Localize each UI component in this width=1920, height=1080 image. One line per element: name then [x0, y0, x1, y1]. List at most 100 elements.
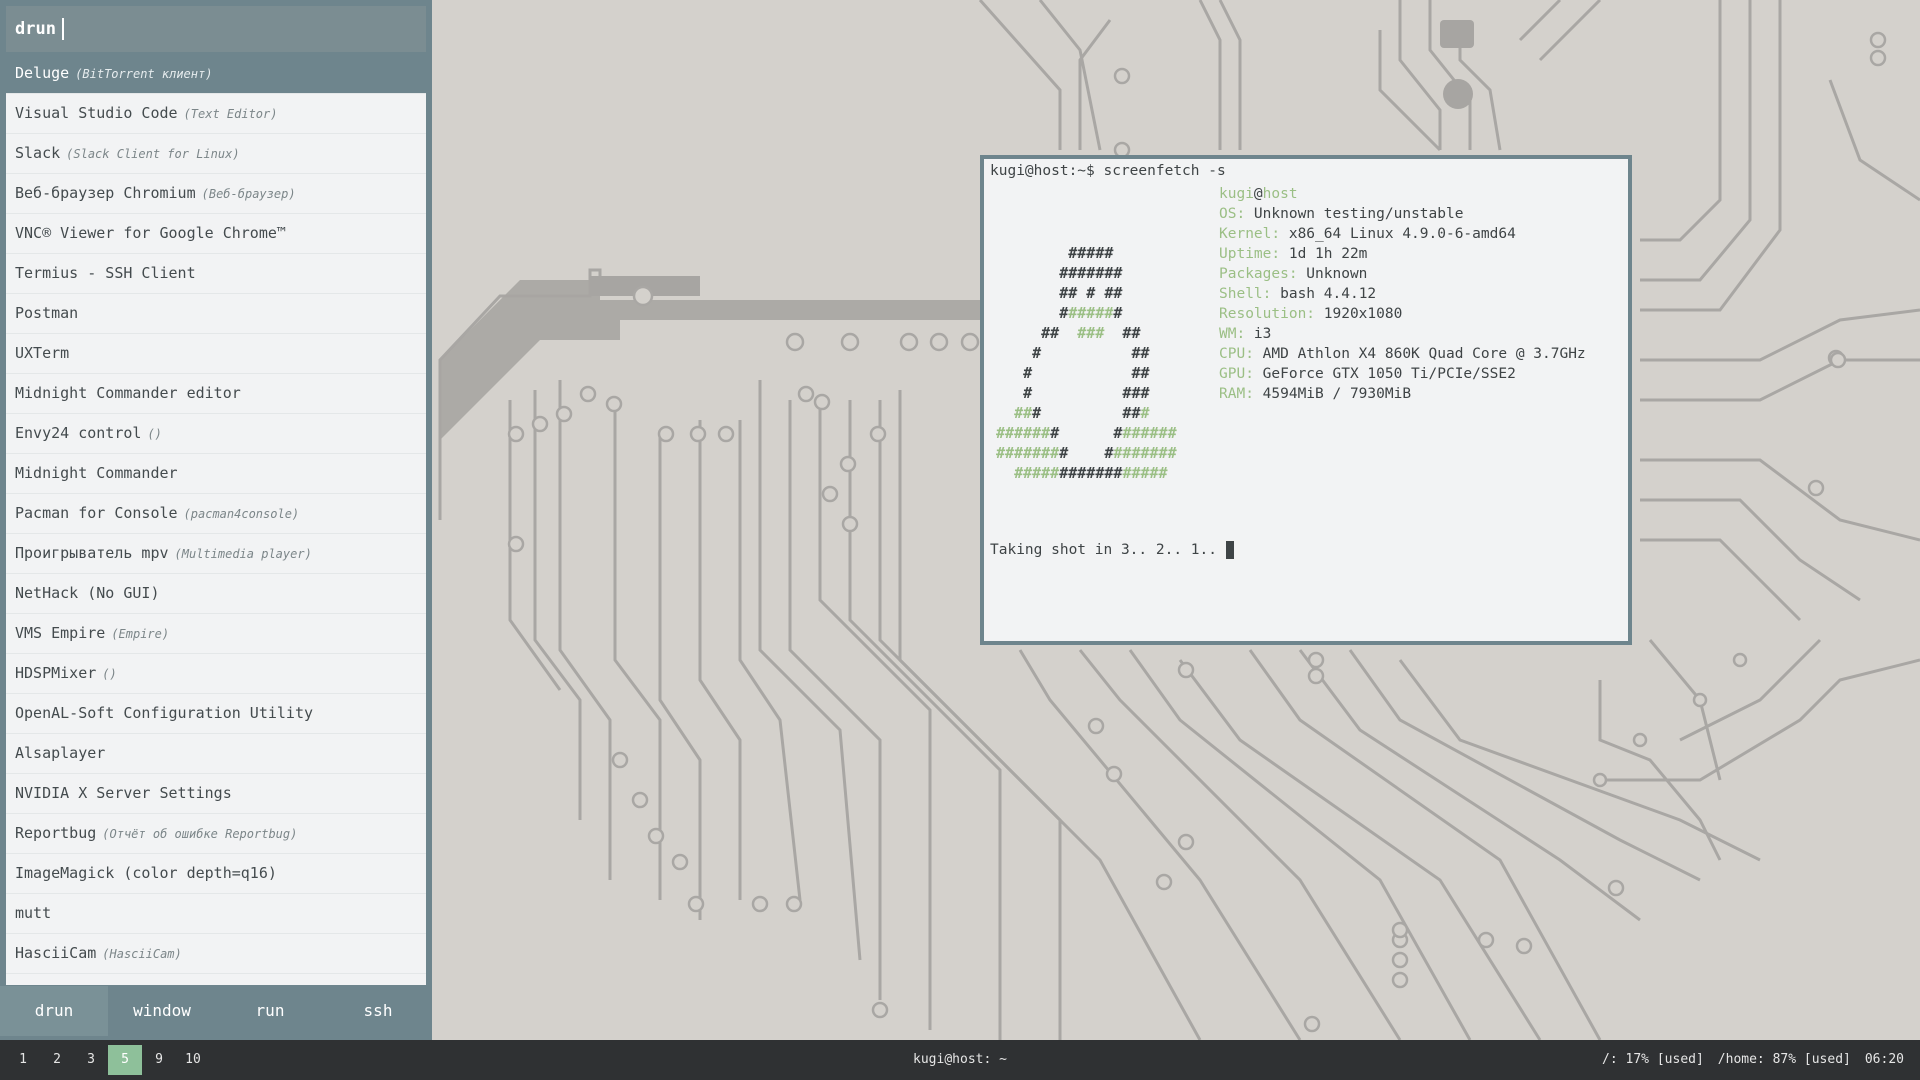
info-key: Packages: — [1219, 266, 1298, 282]
logo-line: ################# — [1014, 464, 1168, 482]
rofi-entry[interactable]: OpenAL-Soft Configuration Utility — [6, 694, 426, 734]
prompt-line: Taking shot in 3.. 2.. 1.. — [990, 540, 1234, 560]
logo-line: ### ### — [1014, 404, 1150, 422]
rofi-entry[interactable]: HDSPMixer () — [6, 654, 426, 694]
status-block: 06:20 — [1864, 1052, 1904, 1067]
hostname: host — [1262, 186, 1298, 202]
entry-name: Веб-браузер Chromium — [15, 184, 196, 202]
workspace-button-5[interactable]: 5 — [108, 1045, 142, 1075]
entry-name: NVIDIA X Server Settings — [15, 784, 232, 802]
rofi-entry[interactable]: HasciiCam (HasciiCam) — [6, 934, 426, 974]
workspace-button-9[interactable]: 9 — [142, 1045, 176, 1075]
entry-name: Alsaplayer — [15, 744, 106, 762]
rofi-entry[interactable]: Slack (Slack Client for Linux) — [6, 134, 426, 174]
workspace-button-1[interactable]: 1 — [6, 1045, 40, 1075]
entry-name: Проигрыватель mpv — [15, 544, 169, 562]
entry-comment: (HasciiCam) — [102, 947, 182, 961]
info-key: Uptime: — [1219, 246, 1281, 262]
mode-tab-run[interactable]: run — [216, 986, 324, 1036]
entry-name: ImageMagick (color depth=q16) — [15, 864, 277, 882]
info-value: bash 4.4.12 — [1271, 286, 1377, 302]
logo-line: ## # ## — [996, 284, 1123, 302]
terminal-window[interactable]: kugi@host:~$ screenfetch -s ##### ######… — [980, 155, 1632, 645]
workspace-button-10[interactable]: 10 — [176, 1045, 210, 1075]
entry-comment: (Отчёт об ошибке Reportbug) — [102, 827, 298, 841]
rofi-entry[interactable]: Midnight Commander editor — [6, 374, 426, 414]
rofi-entry[interactable]: VMS Empire (Empire) — [6, 614, 426, 654]
logo-line: # ## — [996, 344, 1150, 362]
rofi-search-input[interactable]: drun — [6, 6, 426, 52]
entry-name: Midnight Commander — [15, 464, 178, 482]
entry-name: Pacman for Console — [15, 504, 178, 522]
rofi-entry[interactable]: Deluge (BitTorrent клиент) — [6, 54, 426, 94]
entry-comment: (pacman4console) — [183, 507, 300, 521]
entry-name: NetHack (No GUI) — [15, 584, 160, 602]
entry-name: HasciiCam — [15, 944, 97, 962]
logo-line: # ## — [996, 364, 1150, 382]
info-value: 1920x1080 — [1315, 306, 1403, 322]
info-value: i3 — [1245, 326, 1272, 342]
rofi-entry[interactable]: Веб-браузер Chromium (Веб-браузер) — [6, 174, 426, 214]
rofi-entry[interactable]: mutt — [6, 894, 426, 934]
logo-line: ##### — [996, 244, 1114, 262]
status-block: /: 17% [used] — [1602, 1052, 1704, 1067]
info-key: CPU: — [1219, 346, 1254, 362]
info-row: WM: i3 — [1219, 324, 1586, 344]
rofi-entry[interactable]: Postman — [6, 294, 426, 334]
rofi-entry[interactable]: UXTerm — [6, 334, 426, 374]
rofi-entry[interactable]: ImageMagick (color depth=q16) — [6, 854, 426, 894]
info-value: Unknown — [1297, 266, 1368, 282]
info-key: Resolution: — [1219, 306, 1316, 322]
workspace-button-3[interactable]: 3 — [74, 1045, 108, 1075]
rofi-entry[interactable]: Envy24 control () — [6, 414, 426, 454]
command-line: kugi@host:~$ screenfetch -s — [990, 163, 1226, 179]
rofi-entry[interactable]: Проигрыватель mpv (Multimedia player) — [6, 534, 426, 574]
rofi-entry[interactable]: NetHack (No GUI) — [6, 574, 426, 614]
info-value: x86_64 Linux 4.9.0-6-amd64 — [1280, 226, 1516, 242]
entry-name: HDSPMixer — [15, 664, 97, 682]
entry-name: Slack — [15, 144, 61, 162]
info-value: 1d 1h 22m — [1280, 246, 1368, 262]
info-row: GPU: GeForce GTX 1050 Ti/PCIe/SSE2 — [1219, 364, 1586, 384]
info-row: Packages: Unknown — [1219, 264, 1586, 284]
entry-name: Deluge — [15, 64, 70, 82]
workspace-button-2[interactable]: 2 — [40, 1045, 74, 1075]
rofi-entry[interactable]: Reportbug (Отчёт об ошибке Reportbug) — [6, 814, 426, 854]
info-key: OS: — [1219, 206, 1246, 222]
info-row: OS: Unknown testing/unstable — [1219, 204, 1586, 224]
mode-tab-window[interactable]: window — [108, 986, 216, 1036]
entry-name: Visual Studio Code — [15, 104, 178, 122]
at-sign: @ — [1253, 186, 1263, 202]
mode-tab-ssh[interactable]: ssh — [324, 986, 432, 1036]
info-row: Kernel: x86_64 Linux 4.9.0-6-amd64 — [1219, 224, 1586, 244]
status-blocks: /: 17% [used] /home: 87% [used] 06:20 — [1602, 1040, 1904, 1080]
info-row: Uptime: 1d 1h 22m — [1219, 244, 1586, 264]
rofi-prompt-text: drun — [15, 19, 56, 39]
info-row: CPU: AMD Athlon X4 860K Quad Core @ 3.7G… — [1219, 344, 1586, 364]
entry-name: Envy24 control — [15, 424, 142, 442]
username: kugi — [1219, 186, 1254, 202]
rofi-entry[interactable]: NVIDIA X Server Settings — [6, 774, 426, 814]
rofi-entry[interactable]: Pacman for Console (pacman4console) — [6, 494, 426, 534]
rofi-entry[interactable]: Visual Studio Code (Text Editor) — [6, 94, 426, 134]
entry-name: VNC® Viewer for Google Chrome™ — [15, 224, 286, 242]
entry-name: VMS Empire — [15, 624, 106, 642]
entry-name: Termius - SSH Client — [15, 264, 196, 282]
info-key: Shell: — [1219, 286, 1272, 302]
logo-line: # ### — [996, 384, 1150, 402]
rofi-entry[interactable]: Alsaplayer — [6, 734, 426, 774]
rofi-launcher: drun Deluge (BitTorrent клиент) Visual Stu… — [0, 0, 432, 1040]
mode-tab-drun[interactable]: drun — [0, 986, 108, 1036]
rofi-entry[interactable]: VNC® Viewer for Google Chrome™ — [6, 214, 426, 254]
rofi-entry[interactable]: Midnight Commander — [6, 454, 426, 494]
logo-line: ######## ######## — [996, 444, 1177, 462]
info-key: Kernel: — [1219, 226, 1281, 242]
entry-name: Postman — [15, 304, 79, 322]
rofi-entry[interactable]: Termius - SSH Client — [6, 254, 426, 294]
info-row: RAM: 4594MiB / 7930MiB — [1219, 384, 1586, 404]
terminal-cursor — [1225, 541, 1234, 559]
i3-status-bar: kugi@host: ~ 1 2 3 5 9 10 /: 17% [used]/home:… — [0, 1040, 1920, 1080]
user-host-line: kugi@host — [1219, 184, 1586, 204]
entry-name: Midnight Commander editor — [15, 384, 241, 402]
info-value: AMD Athlon X4 860K Quad Core @ 3.7GHz — [1253, 346, 1586, 362]
